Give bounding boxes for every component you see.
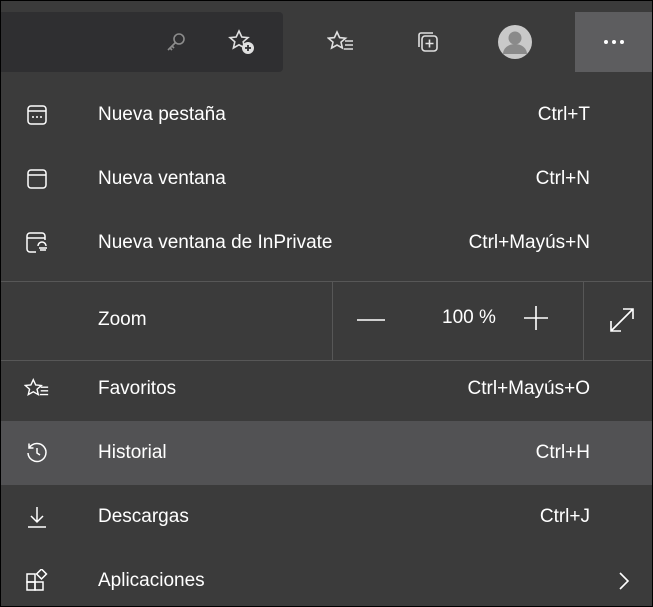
- minus-icon: [357, 319, 385, 321]
- menu-item-new-window[interactable]: Nueva ventana Ctrl+N: [1, 147, 652, 211]
- expand-icon: [610, 308, 634, 332]
- menu-item-new-tab[interactable]: Nueva pestaña Ctrl+T: [1, 83, 652, 147]
- menu-item-label: Historial: [98, 442, 167, 463]
- new-window-icon: [24, 166, 50, 192]
- profile-avatar[interactable]: [488, 15, 542, 69]
- zoom-label: Zoom: [98, 309, 147, 330]
- menu-item-favorites[interactable]: Favoritos Ctrl+Mayús+O: [1, 357, 652, 421]
- menu-item-downloads[interactable]: Descargas Ctrl+J: [1, 485, 652, 549]
- zoom-divider: [583, 281, 584, 360]
- apps-icon: [24, 568, 50, 594]
- menu-item-shortcut: Ctrl+J: [539, 506, 590, 527]
- add-favorite-icon[interactable]: [215, 15, 269, 69]
- menu-item-label: Nueva pestaña: [98, 104, 226, 125]
- menu-item-label: Descargas: [98, 506, 189, 527]
- settings-menu: Nueva pestaña Ctrl+T Nueva ventana Ctrl+…: [1, 81, 652, 606]
- menu-item-history[interactable]: Historial Ctrl+H: [1, 421, 652, 485]
- zoom-in-button[interactable]: [521, 303, 551, 333]
- fullscreen-button[interactable]: [606, 304, 638, 336]
- chevron-right-icon: [616, 570, 632, 592]
- menu-item-shortcut: Ctrl+Mayús+O: [467, 378, 590, 399]
- collections-icon[interactable]: [401, 15, 455, 69]
- menu-item-label: Aplicaciones: [98, 570, 205, 591]
- menu-item-inprivate[interactable]: Nueva ventana de InPrivate Ctrl+Mayús+N: [1, 211, 652, 275]
- more-icon: [603, 40, 624, 44]
- more-button[interactable]: [575, 12, 652, 72]
- zoom-row: Zoom 100 %: [1, 281, 652, 360]
- menu-item-label: Favoritos: [98, 378, 177, 399]
- browser-menu-window: Nueva pestaña Ctrl+T Nueva ventana Ctrl+…: [0, 0, 653, 607]
- menu-item-shortcut: Ctrl+N: [535, 168, 590, 189]
- zoom-value: 100 %: [442, 307, 496, 328]
- menu-item-shortcut: Ctrl+T: [537, 104, 590, 125]
- zoom-out-button[interactable]: [353, 305, 389, 335]
- menu-item-shortcut: Ctrl+H: [535, 442, 590, 463]
- plus-icon: [524, 306, 548, 330]
- menu-item-shortcut: Ctrl+Mayús+N: [468, 232, 590, 253]
- menu-item-apps[interactable]: Aplicaciones: [1, 549, 652, 606]
- zoom-divider: [332, 281, 333, 360]
- history-icon: [24, 440, 50, 466]
- menu-item-label: Nueva ventana: [98, 168, 226, 189]
- favorites-icon: [24, 376, 50, 402]
- favorites-icon[interactable]: [314, 15, 368, 69]
- menu-item-label: Nueva ventana de InPrivate: [98, 232, 333, 253]
- download-icon: [24, 504, 50, 530]
- key-icon[interactable]: [149, 15, 203, 69]
- new-tab-icon: [24, 102, 50, 128]
- toolbar: [1, 1, 652, 81]
- inprivate-icon: [24, 230, 50, 256]
